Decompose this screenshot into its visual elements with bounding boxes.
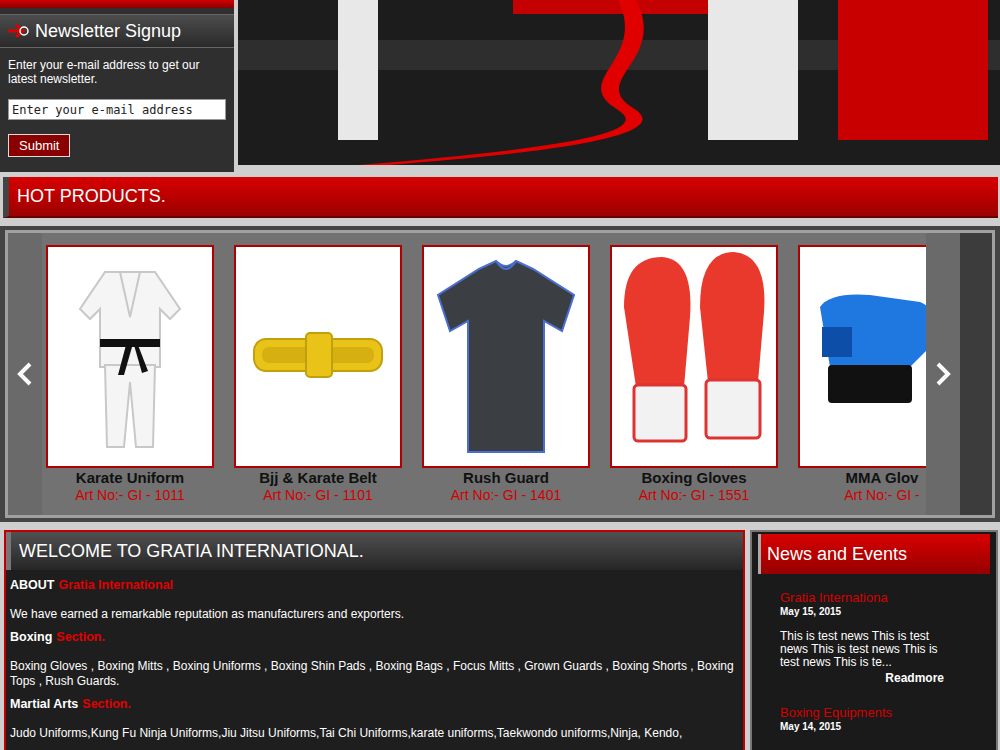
shirt-icon <box>424 247 588 466</box>
nav-strip <box>0 0 234 8</box>
readmore-link[interactable]: Readmore <box>780 671 944 685</box>
chevron-left-icon[interactable] <box>15 361 35 387</box>
section-accent: Section. <box>56 630 105 644</box>
news-item: Gratia InternationaMay 15, 2015 This is t… <box>780 590 944 685</box>
hot-products-title: HOT PRODUCTS. <box>17 186 166 207</box>
welcome-section: Martial Arts Section. Judo Uniforms,Kung F… <box>10 697 737 741</box>
product-art-number: Art No:- GI - 1401 <box>451 487 561 504</box>
section-heading: ABOUT Gratia International <box>10 578 737 593</box>
product-image[interactable] <box>610 245 778 468</box>
product-name[interactable]: Bjj & Karate Belt <box>259 469 377 487</box>
arrow-right-icon <box>7 24 29 38</box>
product-image[interactable] <box>46 245 214 468</box>
next-button[interactable] <box>926 233 960 515</box>
newsletter-header: Newsletter Signup <box>0 14 234 48</box>
product-art-number: Art No:- GI - 1101 <box>263 487 372 504</box>
product-card[interactable]: MMA GlovArt No:- GI - <box>798 245 926 515</box>
product-art-number: Art No:- GI - 1011 <box>75 487 184 504</box>
newsletter-title: Newsletter Signup <box>35 21 181 42</box>
newsletter-panel: Newsletter Signup Enter your e-mail addre… <box>0 0 234 172</box>
section-heading: Martial Arts Section. <box>10 697 737 712</box>
product-card[interactable]: Boxing GlovesArt No:- GI - 1551 <box>610 245 778 515</box>
news-title: News and Events <box>767 544 907 565</box>
section-text: Judo Uniforms,Kung Fu Ninja Uniforms,Jiu… <box>10 726 737 741</box>
section-accent: Gratia International <box>58 578 173 592</box>
prev-button[interactable] <box>8 233 42 515</box>
banner-swoosh-icon <box>238 0 1000 165</box>
email-input[interactable] <box>8 99 226 120</box>
uniform-icon <box>48 247 212 466</box>
news-panel: News and Events Gratia InternationaMay 15… <box>750 530 998 750</box>
mma-glove-icon <box>800 247 926 466</box>
welcome-header: WELCOME TO GRATIA INTERNATIONAL. <box>6 532 743 570</box>
news-body: Gratia InternationaMay 15, 2015 This is t… <box>752 574 996 750</box>
section-accent: Section. <box>82 697 131 711</box>
product-card[interactable]: Bjj & Karate BeltArt No:- GI - 1101 <box>234 245 402 515</box>
banner-image <box>238 0 1000 165</box>
chevron-right-icon[interactable] <box>933 361 953 387</box>
product-image[interactable] <box>422 245 590 468</box>
newsletter-description: Enter your e-mail address to get our lat… <box>8 58 226 86</box>
news-text: This is test news This is test news This… <box>780 630 944 669</box>
news-item: Boxing EquipmentsMay 14, 2015 <box>780 705 944 733</box>
carousel-viewport: Karate UniformArt No:- GI - 1011Bjj & Ka… <box>42 233 926 515</box>
product-image[interactable] <box>234 245 402 468</box>
product-name[interactable]: Karate Uniform <box>76 469 184 487</box>
hot-products-bar: HOT PRODUCTS. <box>3 177 998 218</box>
submit-button[interactable]: Submit <box>8 134 70 157</box>
product-name[interactable]: Rush Guard <box>463 469 549 487</box>
section-text: Boxing Gloves , Boxing Mitts , Boxing Un… <box>10 659 737 689</box>
news-date: May 15, 2015 <box>780 606 944 618</box>
product-carousel: Karate UniformArt No:- GI - 1011Bjj & Ka… <box>0 226 1000 522</box>
product-name[interactable]: MMA Glov <box>846 469 919 487</box>
welcome-panel: WELCOME TO GRATIA INTERNATIONAL. ABOUT Gra… <box>4 530 745 750</box>
carousel-frame: Karate UniformArt No:- GI - 1011Bjj & Ka… <box>5 230 995 518</box>
section-title: ABOUT <box>10 578 54 592</box>
section-text: We have earned a remarkable reputation a… <box>10 607 737 622</box>
section-heading: Boxing Section. <box>10 630 737 645</box>
welcome-title: WELCOME TO GRATIA INTERNATIONAL. <box>19 541 364 562</box>
boxing-gloves-icon <box>612 247 776 466</box>
newsletter-body: Enter your e-mail address to get our lat… <box>0 48 234 157</box>
news-item-title[interactable]: Boxing Equipments <box>780 705 944 721</box>
product-card[interactable]: Karate UniformArt No:- GI - 1011 <box>46 245 214 515</box>
bottom-row: WELCOME TO GRATIA INTERNATIONAL. ABOUT Gra… <box>0 530 1000 750</box>
belt-icon <box>236 247 400 466</box>
welcome-section: ABOUT Gratia International We have earned … <box>10 578 737 622</box>
section-title: Martial Arts <box>10 697 78 711</box>
product-art-number: Art No:- GI - 1551 <box>639 487 749 504</box>
product-image[interactable] <box>798 245 926 468</box>
product-art-number: Art No:- GI - <box>844 487 919 504</box>
welcome-body: ABOUT Gratia International We have earned … <box>6 570 743 741</box>
news-date: May 14, 2015 <box>780 721 944 733</box>
section-title: Boxing <box>10 630 52 644</box>
product-card[interactable]: Rush GuardArt No:- GI - 1401 <box>422 245 590 515</box>
product-name[interactable]: Boxing Gloves <box>641 469 746 487</box>
news-item-title[interactable]: Gratia Internationa <box>780 590 944 606</box>
top-row: Newsletter Signup Enter your e-mail addre… <box>0 0 1000 172</box>
welcome-section: Boxing Section. Boxing Gloves , Boxing Mit… <box>10 630 737 689</box>
news-header: News and Events <box>758 534 990 574</box>
carousel-edge <box>960 233 992 515</box>
page: Newsletter Signup Enter your e-mail addre… <box>0 0 1000 750</box>
